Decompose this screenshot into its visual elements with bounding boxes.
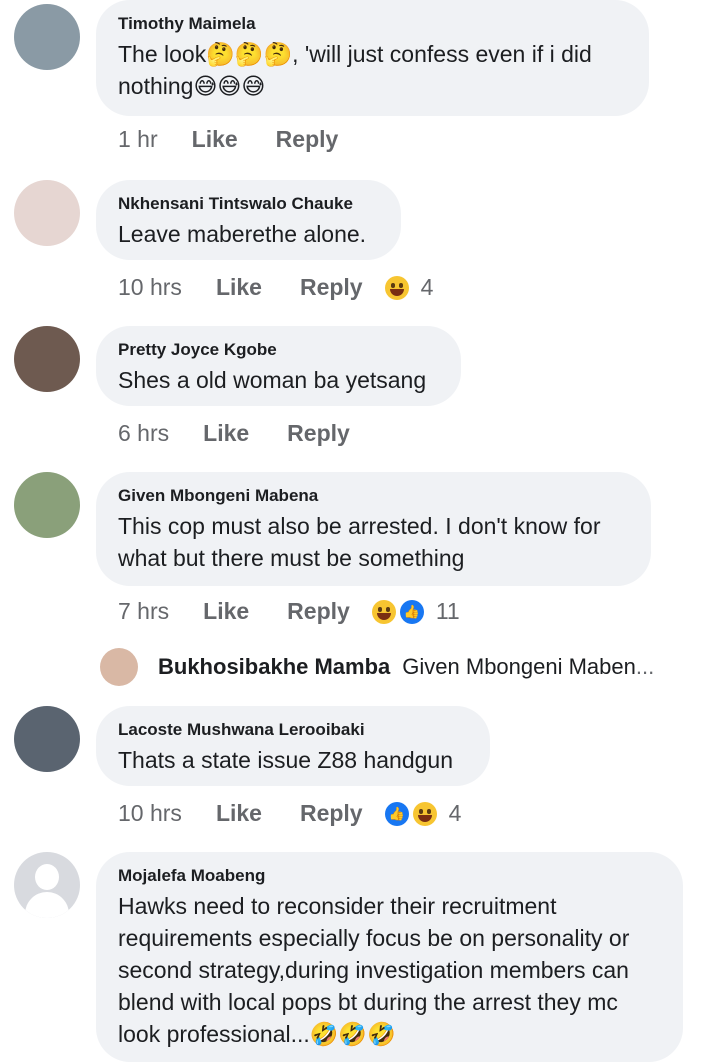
- comment-text-line: blend with local pops bt during the arre…: [118, 989, 618, 1015]
- reactions-summary[interactable]: 👍 11: [370, 598, 460, 625]
- like-button[interactable]: Like: [216, 800, 262, 827]
- commenter-name[interactable]: Pretty Joyce Kgobe: [118, 340, 439, 360]
- commenter-name[interactable]: Mojalefa Moabeng: [118, 866, 661, 886]
- reactions-summary[interactable]: 👍 4: [383, 800, 462, 827]
- reaction-count: 11: [435, 598, 460, 624]
- comment-text-line: The look🤔🤔🤔, 'will just confess even if …: [118, 41, 592, 67]
- comment-text-line: look professional...🤣🤣🤣: [118, 1021, 396, 1047]
- reply-button[interactable]: Reply: [287, 598, 350, 625]
- comment-text-line: Shes a old woman ba yetsang: [118, 367, 427, 393]
- comment-text-line: Leave maberethe alone.: [118, 221, 367, 247]
- comment-bubble: Timothy Maimela The look🤔🤔🤔, 'will just …: [96, 0, 649, 116]
- avatar[interactable]: [14, 472, 80, 538]
- reply-button[interactable]: Reply: [300, 274, 363, 301]
- comment-text-line: This cop must also be arrested. I don't …: [118, 513, 601, 539]
- reaction-count: 4: [420, 274, 434, 300]
- comment-meta: 7 hrs Like Reply 👍 11: [118, 598, 460, 625]
- like-button[interactable]: Like: [203, 598, 249, 625]
- comment-meta: 10 hrs Like Reply 4: [118, 274, 433, 301]
- comment-time[interactable]: 1 hr: [118, 126, 158, 153]
- comment-meta: 1 hr Like Reply: [118, 126, 338, 153]
- comment-time[interactable]: 6 hrs: [118, 420, 169, 447]
- comment-time[interactable]: 10 hrs: [118, 800, 182, 827]
- avatar[interactable]: [14, 326, 80, 392]
- comment-bubble: Mojalefa Moabeng Hawks need to reconside…: [96, 852, 683, 1062]
- like-button[interactable]: Like: [192, 126, 238, 153]
- comment-text-line: nothing😅😅😅: [118, 73, 266, 99]
- reply-button[interactable]: Reply: [300, 800, 363, 827]
- comment-text-line: Hawks need to reconsider their recruitme…: [118, 893, 557, 919]
- reply-author-name[interactable]: Bukhosibakhe Mamba: [158, 654, 390, 680]
- like-reaction-icon: 👍: [399, 599, 424, 624]
- avatar[interactable]: [14, 4, 80, 70]
- like-button[interactable]: Like: [216, 274, 262, 301]
- comment-text-line: second strategy,during investigation mem…: [118, 957, 629, 983]
- comment-meta: 6 hrs Like Reply: [118, 420, 350, 447]
- reaction-count: 4: [448, 800, 462, 826]
- avatar[interactable]: [100, 648, 138, 686]
- commenter-name[interactable]: Lacoste Mushwana Lerooibaki: [118, 720, 468, 740]
- commenter-name[interactable]: Nkhensani Tintswalo Chauke: [118, 194, 379, 214]
- commenter-name[interactable]: Given Mbongeni Mabena: [118, 486, 629, 506]
- default-avatar-icon[interactable]: [14, 852, 80, 918]
- comment-text-line: what but there must be something: [118, 545, 465, 571]
- reply-button[interactable]: Reply: [287, 420, 350, 447]
- reply-preview-ellipsis: ...: [635, 654, 655, 679]
- haha-reaction-icon: [371, 599, 396, 624]
- comment-time[interactable]: 10 hrs: [118, 274, 182, 301]
- haha-reaction-icon: [412, 801, 437, 826]
- avatar[interactable]: [14, 180, 80, 246]
- comment-bubble: Nkhensani Tintswalo Chauke Leave maberet…: [96, 180, 401, 260]
- comment-bubble: Lacoste Mushwana Lerooibaki Thats a stat…: [96, 706, 490, 786]
- like-button[interactable]: Like: [203, 420, 249, 447]
- reply-preview[interactable]: Bukhosibakhe Mamba Given Mbongeni Maben.…: [100, 648, 654, 686]
- comment-meta: 10 hrs Like Reply 👍 4: [118, 800, 461, 827]
- comment-text-line: requirements especially focus be on pers…: [118, 925, 630, 951]
- haha-reaction-icon: [384, 275, 409, 300]
- comment-bubble: Given Mbongeni Mabena This cop must also…: [96, 472, 651, 586]
- avatar[interactable]: [14, 706, 80, 772]
- commenter-name[interactable]: Timothy Maimela: [118, 14, 627, 34]
- reply-button[interactable]: Reply: [276, 126, 339, 153]
- reply-preview-text: Given Mbongeni Maben...: [402, 654, 655, 679]
- comment-bubble: Pretty Joyce Kgobe Shes a old woman ba y…: [96, 326, 461, 406]
- like-reaction-icon: 👍: [384, 801, 409, 826]
- comment-text-line: Thats a state issue Z88 handgun: [118, 747, 453, 773]
- reactions-summary[interactable]: 4: [383, 274, 434, 301]
- comment-time[interactable]: 7 hrs: [118, 598, 169, 625]
